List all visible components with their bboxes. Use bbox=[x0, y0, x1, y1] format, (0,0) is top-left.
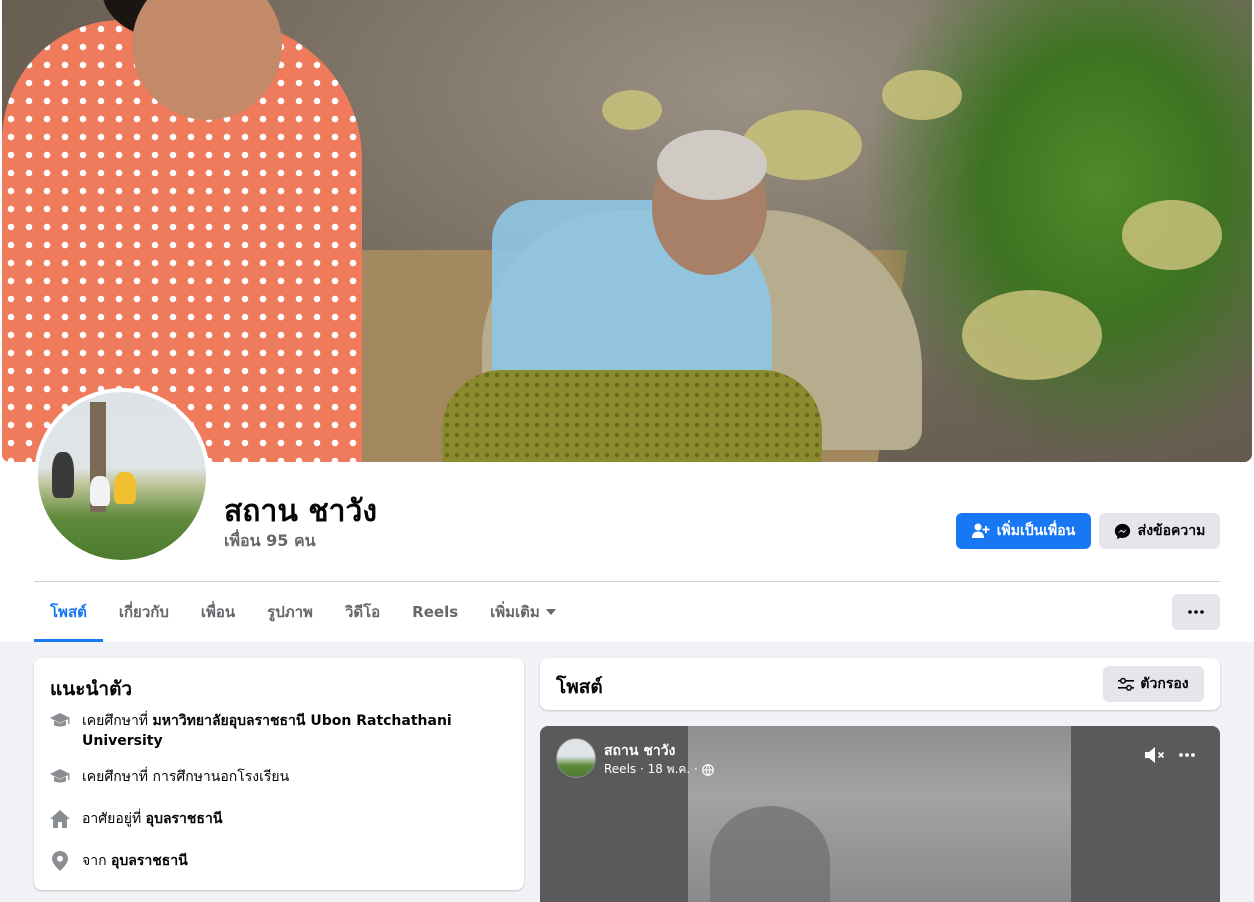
profile-header: สถาน ชาวัง เพื่อน 95 คน เพิ่มเป็นเพื่อน … bbox=[0, 0, 1254, 642]
messenger-icon bbox=[1114, 523, 1130, 539]
add-friend-label: เพิ่มเป็นเพื่อน bbox=[996, 523, 1076, 539]
tab-posts[interactable]: โพสต์ bbox=[34, 582, 103, 642]
location-pin-icon bbox=[50, 851, 70, 871]
filter-sliders-icon bbox=[1118, 677, 1135, 691]
intro-from: จาก อุบลราชธานี bbox=[50, 851, 188, 871]
tab-videos[interactable]: วิดีโอ bbox=[329, 582, 396, 642]
hometown-link[interactable]: อุบลราชธานี bbox=[111, 853, 188, 869]
filter-button[interactable]: ตัวกรอง bbox=[1103, 666, 1204, 702]
caret-down-icon bbox=[545, 609, 556, 615]
intro-lives-in: อาศัยอยู่ที่ อุบลราชธานี bbox=[50, 809, 222, 829]
profile-avatar[interactable] bbox=[34, 388, 210, 564]
intro-education-1: เคยศึกษาที่ มหาวิทยาลัยอุบลราชธานี Ubon … bbox=[50, 711, 480, 751]
message-button[interactable]: ส่งข้อความ bbox=[1099, 513, 1220, 549]
lives-in-link[interactable]: อุบลราชธานี bbox=[146, 811, 223, 827]
intro-title: แนะนำตัว bbox=[50, 678, 133, 700]
mute-icon[interactable] bbox=[1144, 746, 1166, 764]
graduation-cap-icon bbox=[50, 767, 70, 787]
friends-count[interactable]: เพื่อน 95 คน bbox=[224, 529, 316, 554]
reel-more-icon[interactable] bbox=[1178, 746, 1196, 764]
reel-author-name[interactable]: สถาน ชาวัง bbox=[604, 740, 675, 762]
profile-more-button[interactable] bbox=[1172, 594, 1220, 630]
posts-title: โพสต์ bbox=[556, 676, 603, 698]
tab-friends[interactable]: เพื่อน bbox=[185, 582, 251, 642]
tab-more[interactable]: เพิ่มเติม bbox=[474, 582, 572, 642]
reel-meta: Reels · 18 พ.ค. · bbox=[604, 760, 714, 779]
add-friend-icon bbox=[971, 523, 990, 538]
intro-education-2: เคยศึกษาที่ การศึกษานอกโรงเรียน bbox=[50, 767, 289, 787]
profile-tabs: โพสต์ เกี่ยวกับ เพื่อน รูปภาพ วิดีโอ Ree… bbox=[34, 582, 572, 642]
reel-post[interactable]: สถาน ชาวัง Reels · 18 พ.ค. · bbox=[540, 726, 1220, 902]
tab-reels[interactable]: Reels bbox=[396, 582, 474, 642]
tab-photos[interactable]: รูปภาพ bbox=[251, 582, 329, 642]
filter-label: ตัวกรอง bbox=[1140, 676, 1189, 692]
graduation-cap-icon bbox=[50, 711, 70, 731]
reel-author-avatar[interactable] bbox=[556, 738, 596, 778]
more-dots-icon bbox=[1188, 610, 1204, 614]
posts-header: โพสต์ ตัวกรอง bbox=[540, 658, 1220, 710]
add-friend-button[interactable]: เพิ่มเป็นเพื่อน bbox=[956, 513, 1091, 549]
home-icon bbox=[50, 809, 70, 829]
message-label: ส่งข้อความ bbox=[1137, 523, 1206, 539]
globe-icon bbox=[701, 763, 714, 776]
profile-name: สถาน ชาวัง bbox=[224, 494, 377, 529]
intro-card: แนะนำตัว เคยศึกษาที่ มหาวิทยาลัยอุบลราชธ… bbox=[34, 658, 524, 890]
tab-about[interactable]: เกี่ยวกับ bbox=[103, 582, 185, 642]
cover-photo[interactable] bbox=[2, 0, 1252, 462]
